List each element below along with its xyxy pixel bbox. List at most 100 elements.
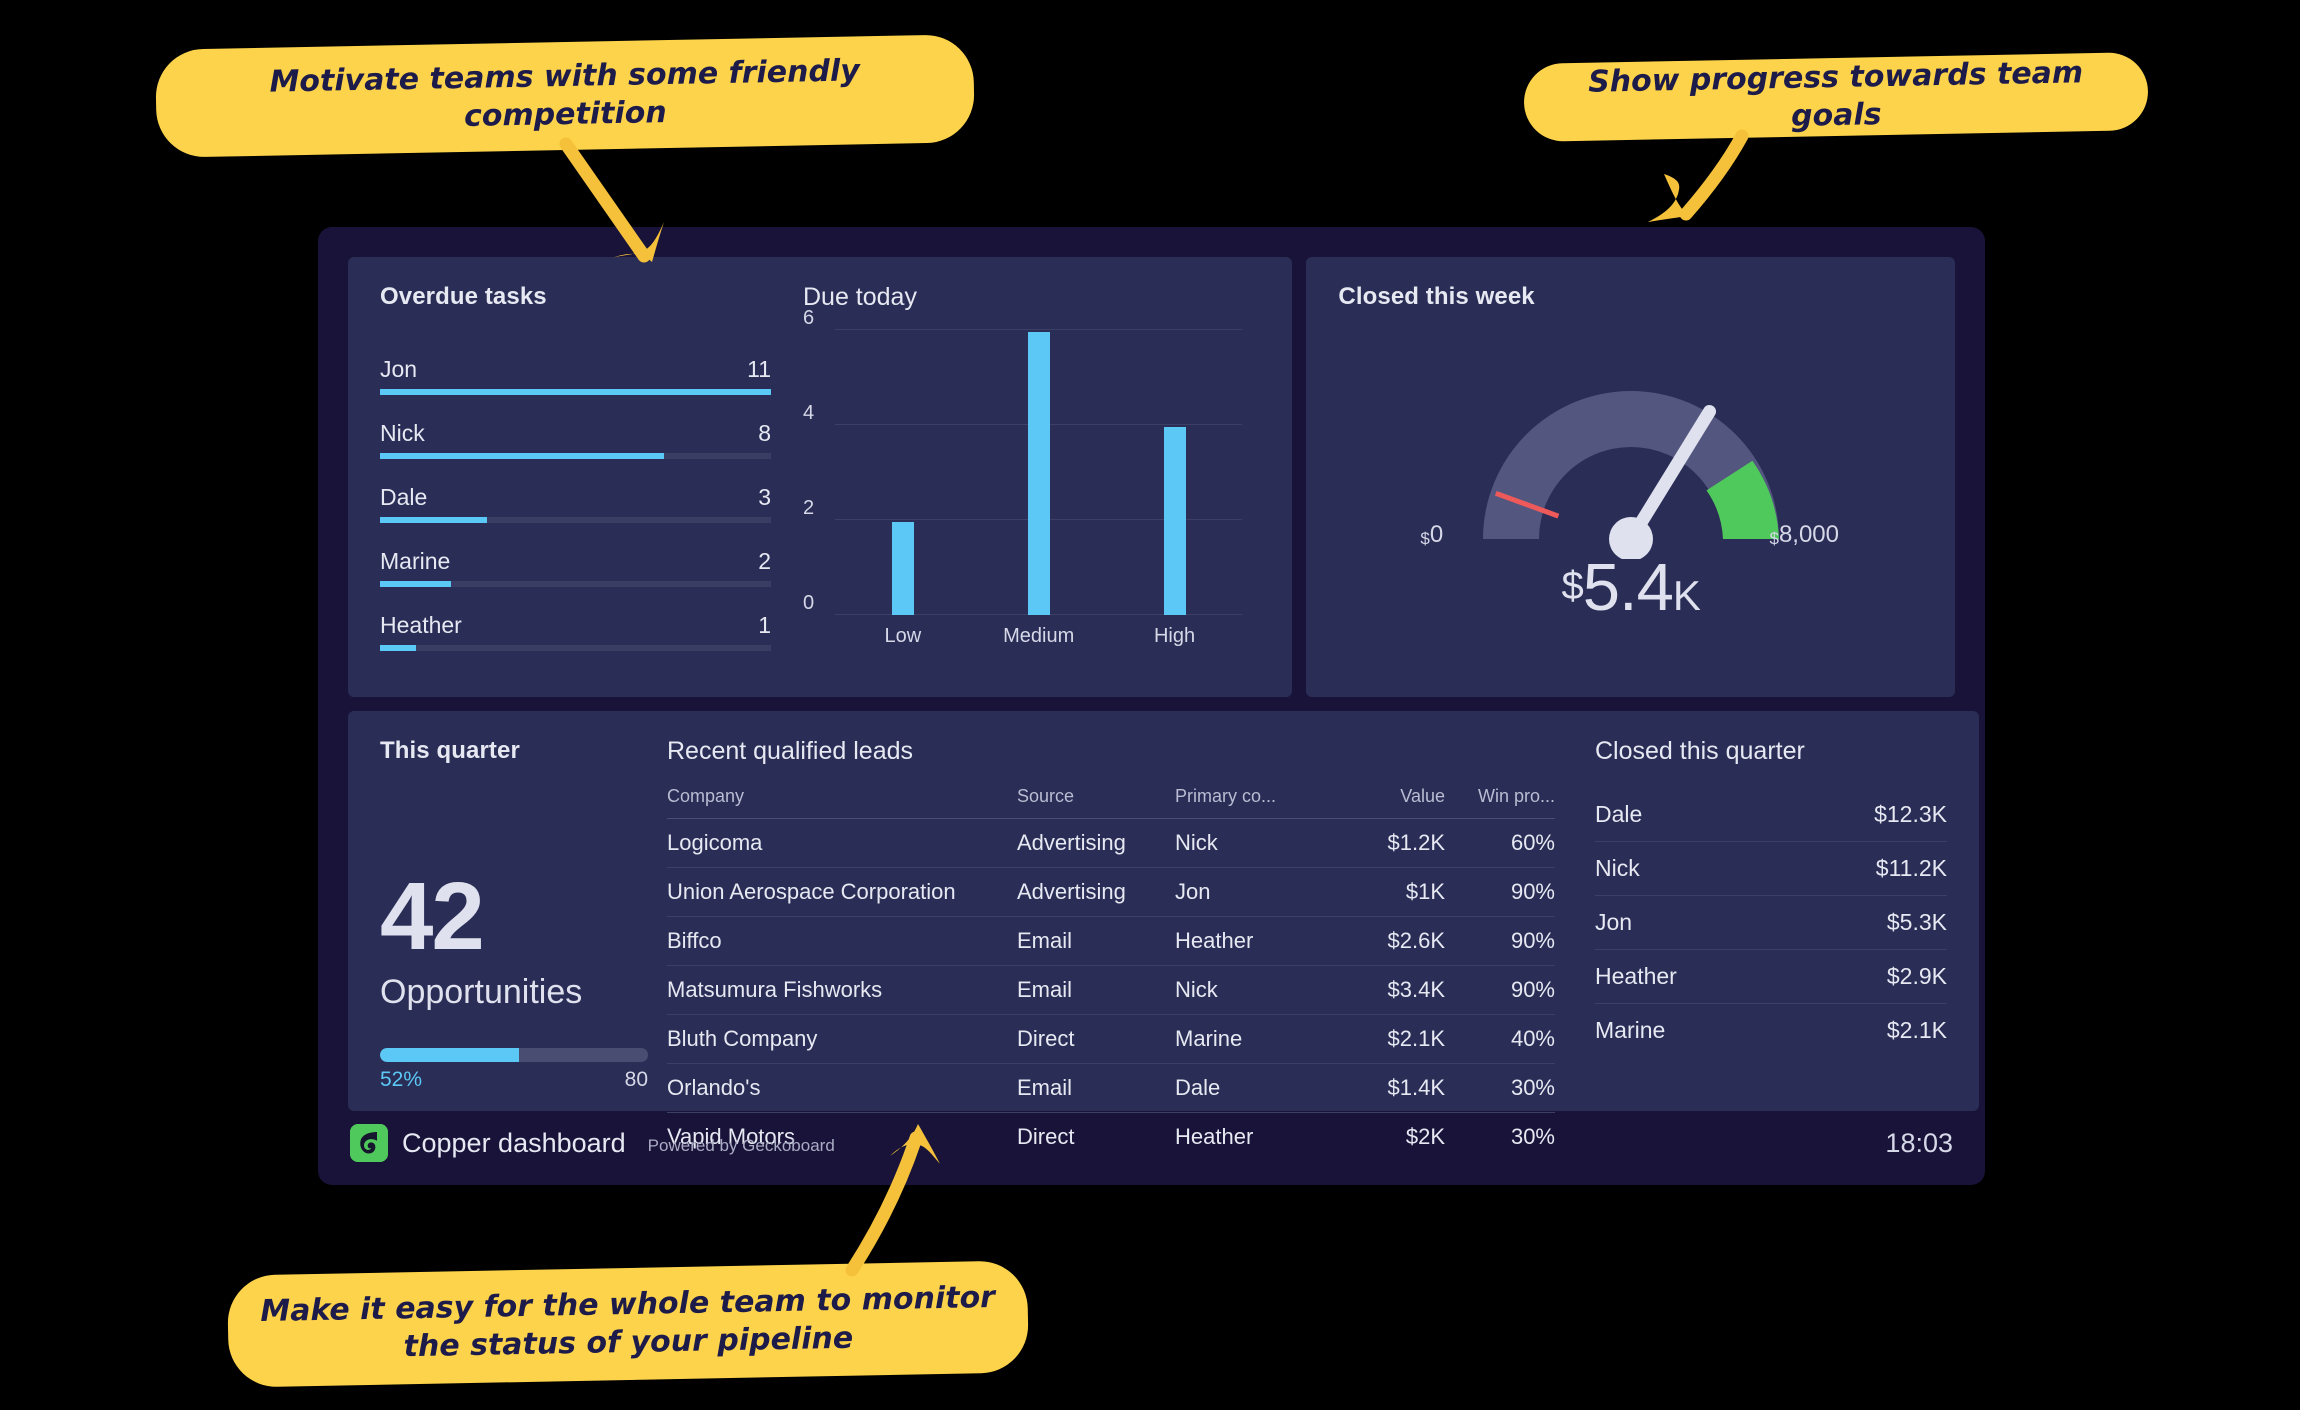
- list-item[interactable]: Dale 3: [380, 484, 771, 523]
- table-row[interactable]: Logicoma Advertising Nick $1.2K 60%: [667, 818, 1555, 868]
- y-axis-tick: 4: [803, 402, 815, 424]
- y-axis-tick: 6: [803, 307, 815, 329]
- cell-win: 90%: [1445, 965, 1555, 1015]
- list-item[interactable]: Heather $2.9K: [1595, 950, 1947, 1004]
- column-header-value[interactable]: Value: [1335, 786, 1445, 819]
- leaderboard-value: 2: [758, 548, 771, 574]
- cell-source: Email: [1017, 965, 1175, 1015]
- y-axis-tick: 0: [803, 592, 815, 614]
- table-row[interactable]: Biffco Email Heather $2.6K 90%: [667, 916, 1555, 966]
- gauge-chart: $0 $8,000 $5.4K: [1306, 321, 1955, 651]
- closed-name: Marine: [1595, 1017, 1666, 1043]
- leaderboard-name: Marine: [380, 548, 451, 574]
- widget-overdue-tasks[interactable]: Overdue tasks Jon 11 Nick 8 Dale 3 Marin…: [348, 257, 1293, 697]
- cell-value: $2.6K: [1335, 916, 1445, 966]
- leaderboard-value: 8: [758, 420, 771, 446]
- closed-value: $12.3K: [1874, 801, 1947, 827]
- cell-company: Biffco: [667, 916, 1017, 966]
- powered-by-label: Powered by Geckoboard: [647, 1136, 835, 1155]
- cell-company: Union Aerospace Corporation: [667, 867, 1017, 917]
- leaderboard-name: Nick: [380, 420, 425, 446]
- widget-closed-this-quarter[interactable]: Closed this quarter Dale $12.3K Nick $11…: [1579, 737, 1979, 1111]
- list-item[interactable]: Marine 2: [380, 548, 771, 587]
- list-item[interactable]: Nick 8: [380, 420, 771, 459]
- annotation-arrow-2-icon: [1648, 129, 1749, 222]
- closed-name: Jon: [1595, 909, 1633, 935]
- bar: [1027, 332, 1050, 615]
- column-header-win-probability[interactable]: Win pro...: [1445, 786, 1555, 819]
- leaderboard-value: 11: [747, 356, 771, 382]
- bar-column-medium[interactable]: [971, 330, 1107, 615]
- list-item[interactable]: Heather 1: [380, 612, 771, 651]
- bar-column-high[interactable]: [1107, 330, 1243, 615]
- closed-value: $5.3K: [1886, 909, 1947, 935]
- leaderboard-fill: [380, 389, 771, 395]
- annotation-arrow-3-icon: [845, 1124, 940, 1277]
- widget-closed-this-week[interactable]: Closed this week $0 $8,000 $5.4K: [1306, 257, 1955, 697]
- widget-title-this-quarter: This quarter: [380, 737, 520, 764]
- list-item[interactable]: Nick $11.2K: [1595, 842, 1947, 896]
- widget-this-quarter[interactable]: This quarter 42 Opportunities 52% 80 Rec…: [348, 711, 1979, 1149]
- gauge-min-label: $0: [1420, 521, 1443, 549]
- x-axis-tick: Low: [884, 625, 922, 647]
- due-today-bars: [835, 330, 1242, 615]
- gauge-max-label: $8,000: [1769, 521, 1839, 549]
- cell-contact: Marine: [1175, 1014, 1335, 1064]
- dashboard-row-bottom: This quarter 42 Opportunities 52% 80 Rec…: [348, 711, 1979, 1149]
- list-item[interactable]: Jon $5.3K: [1595, 896, 1947, 950]
- list-item[interactable]: Jon 11: [380, 356, 771, 395]
- cell-company: Logicoma: [667, 818, 1017, 868]
- dashboard-footer: Copper dashboard Powered by Geckoboard 1…: [318, 1101, 1985, 1185]
- cell-value: $1.2K: [1335, 818, 1445, 868]
- gauge-value: $5.4K: [1306, 549, 1955, 626]
- gauge-value-number: 5.4: [1582, 550, 1674, 625]
- opportunities-metric: This quarter 42 Opportunities 52% 80: [348, 737, 648, 1111]
- column-header-company[interactable]: Company: [667, 786, 1017, 819]
- cell-source: Advertising: [1017, 818, 1175, 868]
- leaderboard-track: [380, 645, 771, 651]
- annotation-bubble-show-progress: Show progress towards team goals: [1523, 52, 2149, 142]
- list-item[interactable]: Dale $12.3K: [1595, 788, 1947, 842]
- leaderboard-fill: [380, 453, 665, 459]
- currency-symbol: $: [1561, 564, 1584, 608]
- cell-win: 90%: [1445, 916, 1555, 966]
- x-axis-tick: Medium: [1003, 625, 1075, 647]
- bar: [891, 522, 914, 615]
- cell-company: Matsumura Fishworks: [667, 965, 1017, 1015]
- x-axis-tick: High: [1153, 625, 1196, 647]
- leaderboard-track: [380, 581, 771, 587]
- cell-company: Bluth Company: [667, 1014, 1017, 1064]
- column-header-source[interactable]: Source: [1017, 786, 1175, 819]
- brand-block[interactable]: Copper dashboard Powered by Geckoboard: [350, 1124, 835, 1162]
- cell-contact: Nick: [1175, 965, 1335, 1015]
- widget-due-today[interactable]: Due today 6 4 2 0 Low Medium High: [793, 283, 1292, 697]
- leaderboard-name: Heather: [380, 612, 462, 638]
- dashboard-row-top: Overdue tasks Jon 11 Nick 8 Dale 3 Marin…: [348, 257, 1955, 697]
- closed-name: Nick: [1595, 855, 1640, 881]
- leaderboard-fill: [380, 581, 452, 587]
- cell-source: Direct: [1017, 1014, 1175, 1064]
- due-today-plot-area: 6 4 2 0: [803, 307, 1243, 615]
- list-item[interactable]: Marine $2.1K: [1595, 1004, 1947, 1057]
- column-header-primary-contact[interactable]: Primary co...: [1175, 786, 1335, 819]
- cell-contact: Heather: [1175, 916, 1335, 966]
- dashboard-container: Overdue tasks Jon 11 Nick 8 Dale 3 Marin…: [318, 227, 1985, 1185]
- cell-value: $3.4K: [1335, 965, 1445, 1015]
- leaderboard-track: [380, 517, 771, 523]
- geckoboard-logo-icon: [350, 1124, 388, 1162]
- currency-symbol: $: [1769, 529, 1779, 548]
- widget-recent-qualified-leads[interactable]: Recent qualified leads Company Source Pr…: [643, 737, 1579, 1149]
- cell-win: 40%: [1445, 1014, 1555, 1064]
- gauge-max-value: 8,000: [1778, 521, 1839, 548]
- table-row[interactable]: Bluth Company Direct Marine $2.1K 40%: [667, 1014, 1555, 1064]
- table-row[interactable]: Matsumura Fishworks Email Nick $3.4K 90%: [667, 965, 1555, 1015]
- leaderboard-fill: [380, 517, 487, 523]
- leaderboard-value: 1: [758, 612, 771, 638]
- cell-contact: Nick: [1175, 818, 1335, 868]
- leaderboard-track: [380, 453, 771, 459]
- overdue-leaderboard: Overdue tasks Jon 11 Nick 8 Dale 3 Marin…: [348, 283, 793, 697]
- leaderboard-track: [380, 389, 771, 395]
- table-row[interactable]: Union Aerospace Corporation Advertising …: [667, 867, 1555, 917]
- bar-column-low[interactable]: [835, 330, 971, 615]
- progress-percent: 52%: [380, 1068, 423, 1091]
